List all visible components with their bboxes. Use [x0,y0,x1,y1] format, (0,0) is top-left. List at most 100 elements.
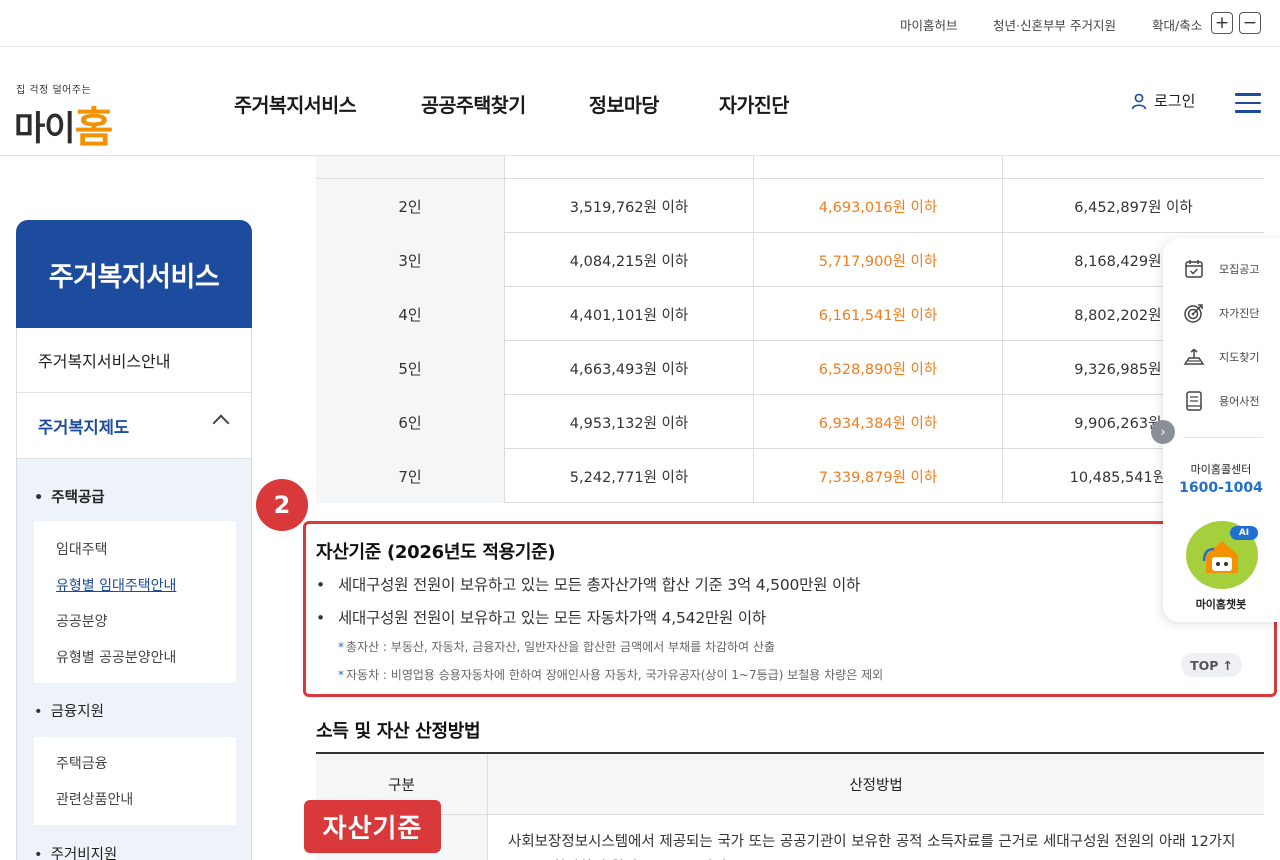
chevron-up-icon [212,414,230,432]
table-row: 2인 3,519,762원 이하 4,693,016원 이하 6,452,897원 이… [316,179,1264,233]
login-button[interactable]: 로그인 [1130,90,1195,111]
chevron-right-icon[interactable]: › [1151,420,1175,444]
nav-self-diagnosis[interactable]: 자가진단 [719,89,789,118]
quick-item-glossary[interactable]: 용어사전 [1183,390,1259,412]
calendar-check-icon [1185,260,1203,278]
income-limit-cell: 5,242,771원 이하 [505,449,754,503]
asset-note-car: * 자동차 : 비영업용 승용자동차에 한하여 장애인사용 자동차, 국가유공자(… [338,668,884,682]
asset-bullet-text: 세대구성원 전원이 보유하고 있는 모든 자동차가액 4,542만원 이하 [338,609,766,627]
submenu-item-related-products[interactable]: 관련상품안내 [56,789,133,809]
quick-item-label: 자가진단 [1219,307,1260,320]
asset-note-text: 총자산 : 부동산, 자동차, 금융자산, 일반자산을 합산한 금액에서 부채를… [346,640,775,654]
logo-wordmark: 마이홈 [14,92,114,153]
util-link-youth-newlywed[interactable]: 청년·신혼부부 주거지원 [993,15,1116,34]
arrow-up-icon: ↑ [1222,657,1233,673]
logo-text-hom: 홈 [74,103,114,152]
asset-bullet-car: • 세대구성원 전원이 보유하고 있는 모든 자동차가액 4,542만원 이하 [316,609,766,627]
login-label: 로그인 [1154,92,1196,110]
calc-row-text: 사회보장정보시스템에서 제공되는 국가 또는 공공기관이 보유한 공적 소득자료… [508,834,1236,850]
top-label: TOP [1190,657,1219,673]
call-center-label: 마이홈콜센터 [1190,463,1252,476]
income-limit-cell: 7,339,879원 이하 [754,449,1003,503]
asset-bullet-total: • 세대구성원 전원이 보유하고 있는 모든 총자산가액 합산 기준 3억 4,5… [316,576,861,594]
income-limit-cell: 6,528,890원 이하 [754,341,1003,395]
table-row: 7인 5,242,771원 이하 7,339,879원 이하 10,485,541원 … [316,449,1264,503]
income-limit-cell: 5,717,900원 이하 [754,233,1003,287]
user-icon [1131,93,1147,109]
sidebar-section-welfare-system[interactable]: 주거복지제도 [17,393,251,459]
call-center-phone[interactable]: 1600-1004 [1163,480,1279,496]
submenu-list-housing-supply: 임대주택 유형별 임대주택안내 공공분양 유형별 공공분양안내 [34,521,236,683]
asset-bullet-text: 세대구성원 전원이 보유하고 있는 모든 총자산가액 합산 기준 3억 4,50… [338,576,861,594]
sidebar-title: 주거복지서비스 [16,220,252,328]
submenu-item-housing-finance[interactable]: 주택금융 [56,753,108,773]
household-size-cell: 4인 [316,287,505,341]
household-size-cell: 5인 [316,341,505,395]
income-limit-cell: 3,519,762원 이하 [505,179,754,233]
sidebar-section-label: 주거복지제도 [38,417,130,437]
calc-method-title: 소득 및 자산 산정방법 [316,721,481,742]
quick-item-label: 모집공고 [1219,263,1260,276]
utility-bar: 마이홈허브 청년·신혼부부 주거지원 확대/축소 + − [0,0,1280,47]
calc-header-method: 산정방법 [849,778,903,794]
income-limit-cell: 4,401,101원 이하 [505,287,754,341]
income-limit-cell: 4,693,016원 이하 [754,179,1003,233]
table-row-partial [316,156,1264,179]
asset-note-total: * 총자산 : 부동산, 자동차, 금융자산, 일반자산을 합산한 금액에서 부채… [338,640,775,654]
target-icon [1184,304,1203,323]
table-row: 6인 4,953,132원 이하 6,934,384원 이하 9,906,263원 이… [316,395,1264,449]
household-size-cell: 3인 [316,233,505,287]
book-icon [1186,391,1202,411]
income-limit-cell: 4,084,215원 이하 [505,233,754,287]
quick-menu: 모집공고 자가진단 지도찾기 용어사전 › 마이홈콜센터 1600-1004 A… [1151,238,1280,622]
household-size-cell: 2인 [316,179,505,233]
asset-criteria-tag: 자산기준 [304,800,441,853]
household-size-cell: 6인 [316,395,505,449]
submenu-item-rental-types[interactable]: 유형별 임대주택안내 [56,575,176,595]
income-limit-cell: 6,452,897원 이하 [1074,199,1193,216]
quick-item-label: 지도찾기 [1219,351,1260,364]
chatbot-label[interactable]: 마이홈챗봇 [1163,596,1279,612]
quick-item-self-diagnosis[interactable]: 자가진단 [1183,302,1259,324]
income-limit-cell: 4,663,493원 이하 [505,341,754,395]
logo-text-ma-i: 마이 [14,109,76,149]
calc-table-row: 사회보장정보시스템에서 제공되는 국가 또는 공공기관이 보유한 공적 소득자료… [316,815,1264,860]
step-badge: 2 [256,479,308,531]
nav-housing-welfare[interactable]: 주거복지서비스 [234,89,357,118]
household-size-cell: 7인 [316,449,505,503]
ai-badge: AI [1230,526,1258,540]
calc-table-header: 구분 산정방법 [316,752,1264,815]
sidebar-submenu: 주택공급 임대주택 유형별 임대주택안내 공공분양 유형별 공공분양안내 금융지… [17,459,251,860]
menu-icon[interactable] [1235,93,1261,113]
nav-info[interactable]: 정보마당 [589,89,659,118]
submenu-item-rental[interactable]: 임대주택 [56,539,108,559]
zoom-label: 확대/축소 [1152,18,1203,33]
submenu-item-public-sale-types[interactable]: 유형별 공공분양안내 [56,647,176,667]
asset-note-text: 자동차 : 비영업용 승용자동차에 한하여 장애인사용 자동차, 국가유공자(상… [346,668,884,682]
nav-public-housing[interactable]: 공공주택찾기 [421,89,526,118]
zoom-in-button[interactable]: + [1211,12,1233,34]
quick-item-notices[interactable]: 모집공고 [1183,258,1259,280]
submenu-group-housing-cost[interactable]: 주거비지원 [34,843,118,860]
map-icon [1183,348,1205,365]
asset-criteria-title: 자산기준 (2026년도 적용기준) [316,542,556,563]
util-link-myhome-hub[interactable]: 마이홈허브 [900,15,958,34]
quick-item-map[interactable]: 지도찾기 [1183,346,1259,368]
quick-item-label: 용어사전 [1219,395,1260,408]
site-header: 집 걱정 덜어주는 마이홈 주거복지서비스 공공주택찾기 정보마당 자가진단 로… [0,47,1280,156]
submenu-list-finance: 주택금융 관련상품안내 [34,737,236,825]
income-limit-cell: 4,953,132원 이하 [505,395,754,449]
sidebar-item-intro[interactable]: 주거복지서비스안내 [17,328,251,393]
table-row: 3인 4,084,215원 이하 5,717,900원 이하 8,168,429원 이… [316,233,1264,287]
income-limit-cell: 6,161,541원 이하 [754,287,1003,341]
sidebar: 주거복지서비스안내 주거복지제도 주택공급 임대주택 유형별 임대주택안내 공공… [16,328,252,860]
submenu-group-finance[interactable]: 금융지원 [34,700,104,721]
quick-divider [1183,437,1263,438]
submenu-group-housing-supply[interactable]: 주택공급 [34,486,104,507]
submenu-item-public-sale[interactable]: 공공분양 [56,611,108,631]
scroll-top-button[interactable]: TOP ↑ [1181,653,1242,677]
zoom-out-button[interactable]: − [1239,12,1261,34]
table-row: 5인 4,663,493원 이하 6,528,890원 이하 9,326,985원 이… [316,341,1264,395]
income-limit-cell: 6,934,384원 이하 [754,395,1003,449]
table-row: 4인 4,401,101원 이하 6,161,541원 이하 8,802,202원 이… [316,287,1264,341]
